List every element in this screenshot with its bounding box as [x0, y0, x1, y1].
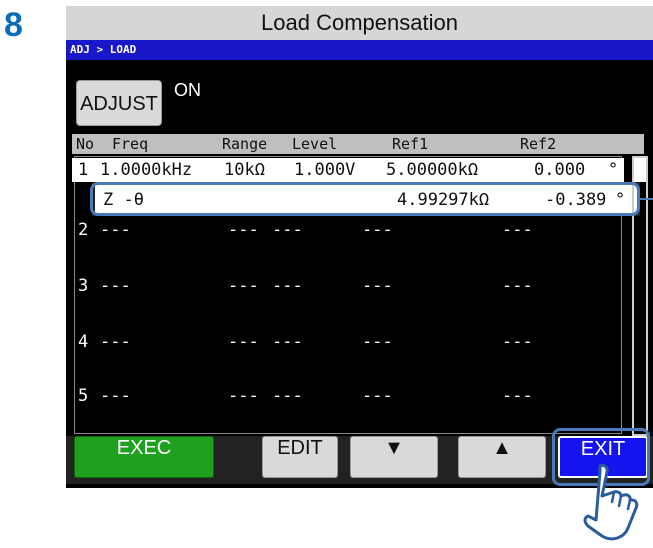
table-header: No Freq Range Level Ref1 Ref2	[72, 134, 644, 154]
breadcrumb: ADJ > LOAD	[66, 40, 653, 60]
col-freq: Freq	[112, 135, 149, 153]
up-arrow-button[interactable]: ▲	[458, 436, 546, 478]
col-ref2: Ref2	[520, 135, 557, 153]
adjust-state: ON	[174, 80, 201, 100]
step-number: 8	[4, 6, 23, 44]
screen-title: Load Compensation	[66, 6, 653, 40]
pointing-hand-icon	[583, 463, 639, 541]
col-ref1: Ref1	[392, 135, 429, 153]
edit-button[interactable]: EDIT	[262, 436, 338, 478]
col-level: Level	[292, 135, 338, 153]
adjust-button[interactable]: ADJUST	[76, 80, 162, 126]
down-arrow-button[interactable]: ▼	[350, 436, 438, 478]
col-no: No	[76, 135, 95, 153]
table-row[interactable]: 2 --- --- --- --- ---	[72, 218, 624, 242]
exec-button[interactable]: EXEC	[74, 436, 214, 478]
callout-line	[640, 198, 653, 200]
table-row[interactable]: 5 --- --- --- --- ---	[72, 384, 624, 408]
scroll-thumb[interactable]	[634, 158, 646, 182]
device-screen: Load Compensation ADJ > LOAD ADJUST ON N…	[66, 6, 653, 488]
col-range: Range	[222, 135, 268, 153]
table-row[interactable]: 4 --- --- --- --- ---	[72, 330, 624, 354]
highlight-box-measured	[90, 182, 640, 216]
table-row[interactable]: 1 1.0000kHz 10kΩ 1.000V 5.00000kΩ 0.000 …	[72, 158, 624, 182]
table-row[interactable]: 3 --- --- --- --- ---	[72, 274, 624, 298]
